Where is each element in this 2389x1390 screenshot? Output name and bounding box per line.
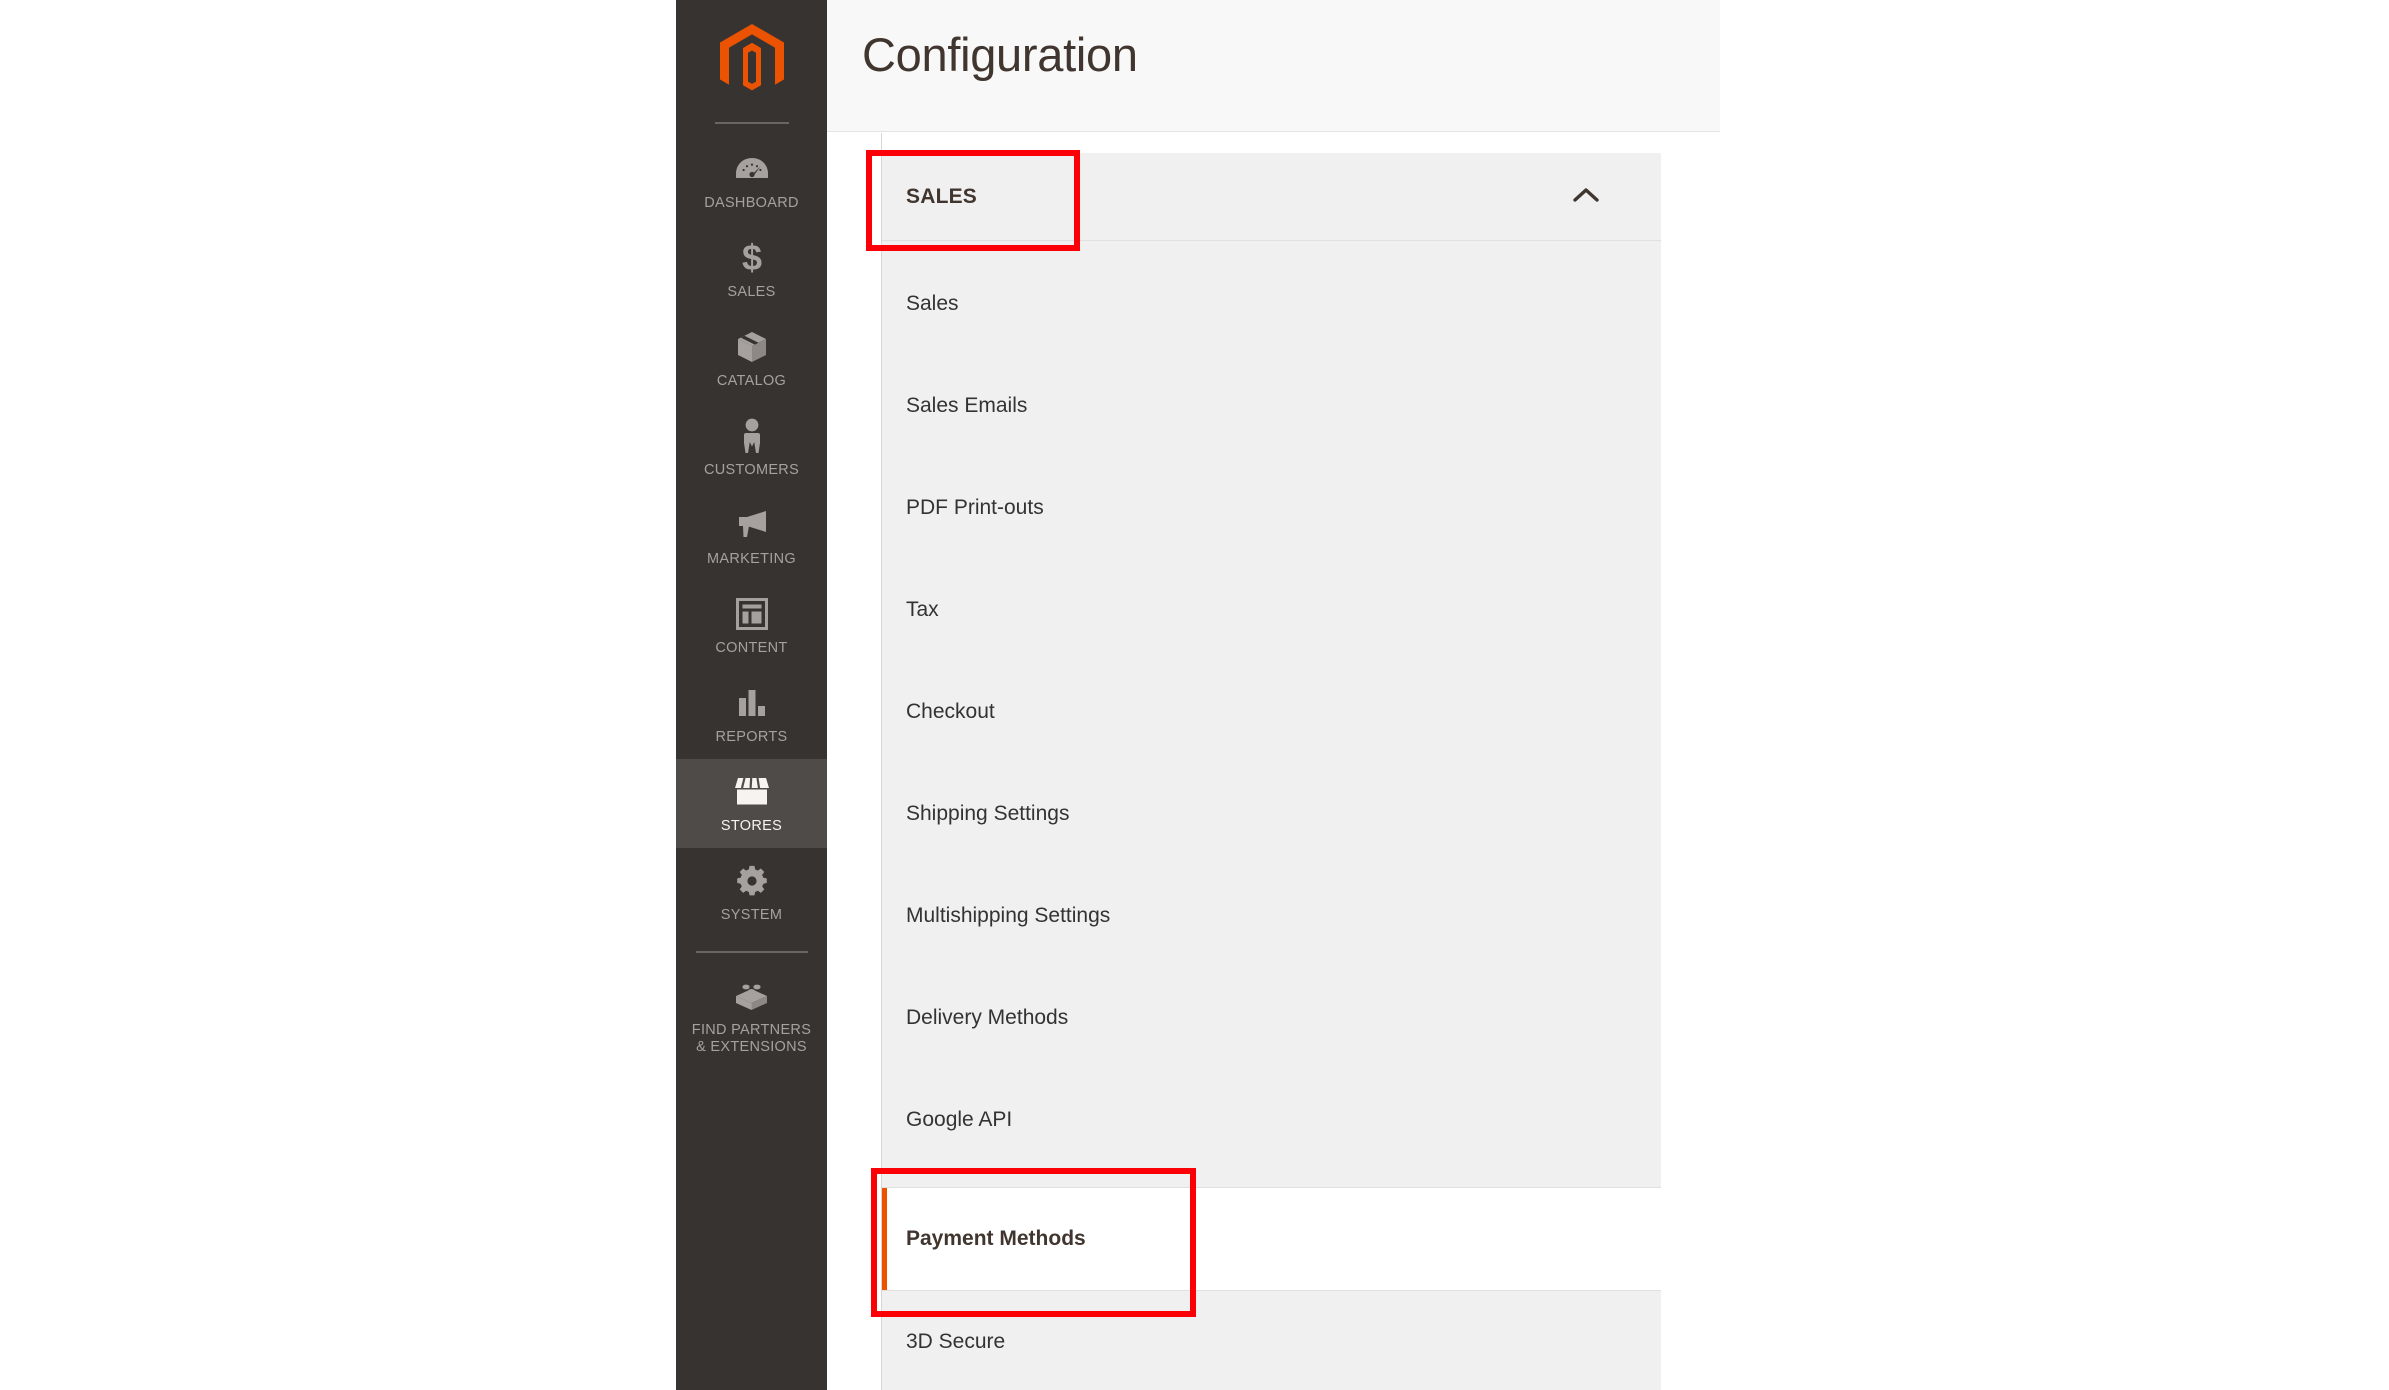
config-menu-item-tax[interactable]: Tax: [882, 559, 1661, 661]
person-icon: [680, 417, 823, 455]
bar-chart-icon: [680, 684, 823, 722]
config-menu-item-label: Sales: [906, 292, 959, 315]
sidebar-item-label: DASHBOARD: [704, 195, 799, 211]
sidebar-item-label: CATALOG: [716, 373, 787, 389]
config-menu-item-3d-secure[interactable]: 3D Secure: [882, 1291, 1661, 1390]
sidebar-item-label: CUSTOMERS: [703, 462, 800, 478]
config-menu-item-label: Multishipping Settings: [906, 904, 1111, 927]
dollar-sign-icon: $: [680, 239, 823, 277]
magento-logo[interactable]: [676, 0, 827, 122]
config-menu-item-pdf-print-outs[interactable]: PDF Print-outs: [882, 457, 1661, 559]
sidebar-item-content[interactable]: CONTENT: [676, 581, 827, 670]
sidebar-item-reports[interactable]: REPORTS: [676, 670, 827, 759]
sidebar-item-label: CONTENT: [715, 640, 788, 656]
sidebar-item-label: STORES: [720, 818, 783, 834]
sidebar-item-system[interactable]: SYSTEM: [676, 848, 827, 937]
config-menu-item-sales[interactable]: Sales: [882, 253, 1661, 355]
config-menu-item-label: PDF Print-outs: [906, 496, 1044, 519]
sidebar-item-label: REPORTS: [715, 729, 788, 745]
sidebar-divider: [695, 951, 808, 953]
dashboard-gauge-icon: [680, 150, 823, 188]
config-menu-item-label: Payment Methods: [906, 1227, 1086, 1250]
gear-icon: [680, 862, 823, 900]
lego-brick-icon: [680, 977, 823, 1015]
config-section-title: SALES: [906, 184, 978, 208]
config-menu-item-label: Delivery Methods: [906, 1006, 1069, 1029]
sidebar-item-label: SALES: [727, 284, 776, 300]
sidebar-item-dashboard[interactable]: DASHBOARD: [676, 136, 827, 225]
sidebar-item-label: SYSTEM: [720, 907, 783, 923]
magento-logo-icon: [719, 24, 784, 91]
config-menu-item-payment-methods[interactable]: Payment Methods: [882, 1187, 1661, 1291]
config-menu-item-label: Sales Emails: [906, 394, 1028, 417]
sidebar-item-stores[interactable]: STORES: [676, 759, 827, 848]
sidebar-item-label: MARKETING: [707, 551, 796, 567]
configuration-nav-panel: SALES Sales Sales Emails PDF Print-outs …: [881, 133, 1661, 1390]
config-section-sales-body: Sales Sales Emails PDF Print-outs Tax Ch…: [882, 241, 1661, 1390]
config-menu-item-multishipping-settings[interactable]: Multishipping Settings: [882, 865, 1661, 967]
config-menu-item-checkout[interactable]: Checkout: [882, 661, 1661, 763]
config-menu-item-google-api[interactable]: Google API: [882, 1069, 1661, 1171]
sidebar-item-label-line1: FIND PARTNERS: [691, 1022, 812, 1038]
sidebar-item-sales[interactable]: $ SALES: [676, 225, 827, 314]
sidebar-item-label-line2: & EXTENSIONS: [696, 1039, 807, 1055]
sidebar-item-catalog[interactable]: CATALOG: [676, 314, 827, 403]
config-menu-spacer: [882, 1171, 1661, 1187]
admin-configuration-page: DASHBOARD $ SALES CATALOG CUSTOMERS MARK…: [0, 0, 2389, 1390]
sidebar-logo-divider: [714, 122, 789, 124]
megaphone-icon: [680, 506, 823, 544]
config-menu-item-label: Shipping Settings: [906, 802, 1070, 825]
chevron-up-icon[interactable]: [1573, 187, 1599, 207]
storefront-icon: [680, 773, 823, 811]
layout-page-icon: [680, 595, 823, 633]
sidebar-item-find-partners-extensions[interactable]: FIND PARTNERS & EXTENSIONS: [676, 963, 827, 1069]
sidebar-item-marketing[interactable]: MARKETING: [676, 492, 827, 581]
config-menu-item-label: Google API: [906, 1108, 1013, 1131]
config-section-sales-header[interactable]: SALES: [882, 153, 1661, 241]
page-header: Configuration: [827, 0, 1720, 132]
config-menu-item-label: Tax: [906, 598, 939, 621]
page-title: Configuration: [862, 28, 1138, 81]
config-menu-item-label: Checkout: [906, 700, 995, 723]
sidebar-item-customers[interactable]: CUSTOMERS: [676, 403, 827, 492]
box-package-icon: [680, 328, 823, 366]
config-menu-item-shipping-settings[interactable]: Shipping Settings: [882, 763, 1661, 865]
config-menu-item-sales-emails[interactable]: Sales Emails: [882, 355, 1661, 457]
config-menu-item-delivery-methods[interactable]: Delivery Methods: [882, 967, 1661, 1069]
config-menu-item-label: 3D Secure: [906, 1330, 1006, 1353]
svg-text:$: $: [741, 240, 761, 276]
admin-sidebar: DASHBOARD $ SALES CATALOG CUSTOMERS MARK…: [676, 0, 827, 1390]
